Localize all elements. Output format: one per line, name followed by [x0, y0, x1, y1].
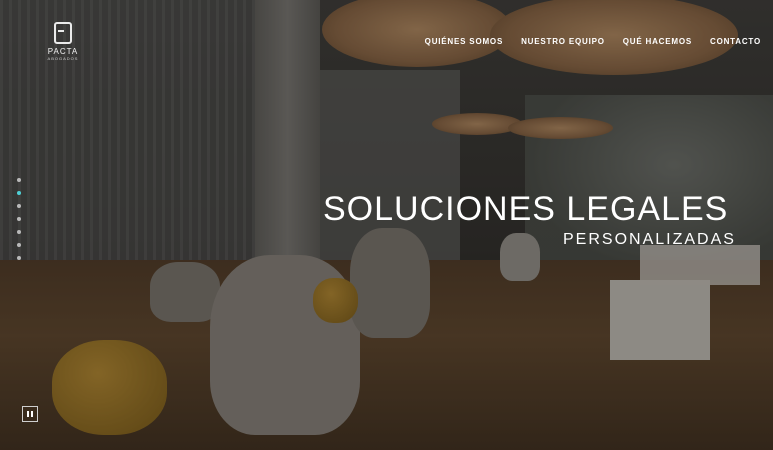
- hero-subtitle: PERSONALIZADAS: [563, 231, 736, 248]
- slide-dot[interactable]: [17, 230, 21, 234]
- main-nav: QUIÉNES SOMOS NUESTRO EQUIPO QUÉ HACEMOS…: [425, 37, 761, 46]
- logo-text: PACTA: [47, 47, 79, 56]
- pacta-logo-icon: [54, 22, 72, 44]
- pause-icon: [27, 411, 29, 417]
- slide-dot[interactable]: [17, 204, 21, 208]
- logo-tagline: ABOGADOS: [47, 56, 79, 61]
- slide-dot[interactable]: [17, 256, 21, 260]
- slide-pagination: [17, 178, 21, 260]
- pacta-logo[interactable]: PACTA ABOGADOS: [44, 22, 82, 62]
- nav-link-que-hacemos[interactable]: QUÉ HACEMOS: [623, 37, 692, 46]
- hero-title: SOLUCIONES LEGALES: [323, 190, 729, 228]
- pause-icon: [31, 411, 33, 417]
- slide-dot[interactable]: [17, 178, 21, 182]
- pause-button[interactable]: [22, 406, 38, 422]
- nav-link-quienes-somos[interactable]: QUIÉNES SOMOS: [425, 37, 503, 46]
- slide-dot[interactable]: [17, 217, 21, 221]
- nav-link-nuestro-equipo[interactable]: NUESTRO EQUIPO: [521, 37, 605, 46]
- nav-link-contacto[interactable]: CONTACTO: [710, 37, 761, 46]
- slide-dot-active[interactable]: [17, 191, 21, 195]
- slide-dot[interactable]: [17, 243, 21, 247]
